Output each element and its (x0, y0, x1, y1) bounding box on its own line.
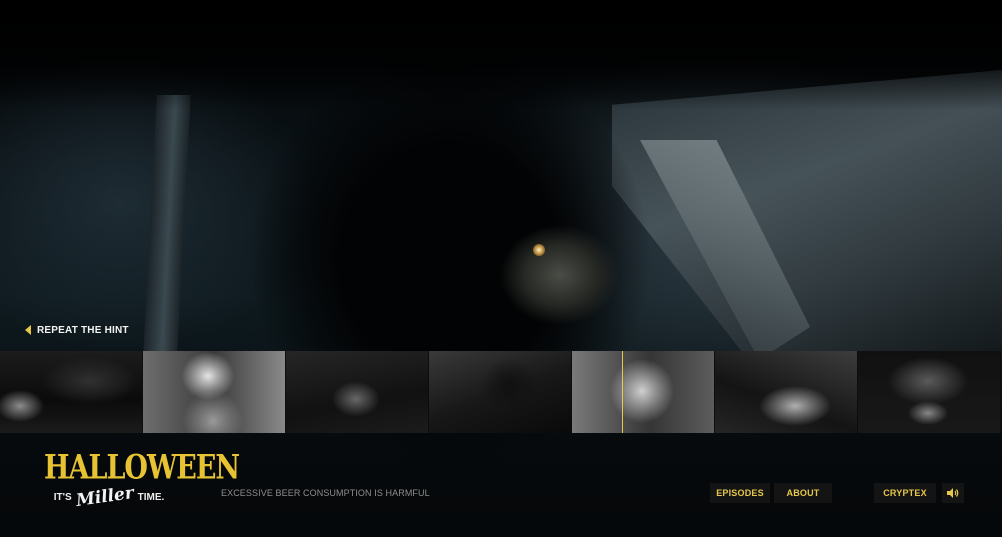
episode-thumbnail-strip (0, 351, 1002, 433)
episode-thumbnail-6[interactable] (715, 351, 858, 433)
logo-tagline: IT'S Miller TIME. (44, 483, 174, 511)
episode-thumbnail-3[interactable] (286, 351, 429, 433)
episode-thumbnail-1[interactable] (0, 351, 143, 433)
repeat-hint-label: REPEAT THE HINT (37, 324, 129, 336)
episode-thumbnail-2[interactable] (143, 351, 286, 433)
tagline-right: TIME. (137, 491, 165, 503)
triangle-left-icon (25, 325, 31, 335)
halloween-miller-logo[interactable]: HALLOWEEN IT'S Miller TIME. (44, 447, 240, 511)
cryptex-button[interactable]: CRYPTEX (874, 483, 936, 503)
episode-thumbnail-4[interactable] (429, 351, 572, 433)
skull-mask (500, 215, 620, 335)
episode-thumbnail-5[interactable] (572, 351, 715, 433)
logo-title: HALLOWEEN (44, 448, 240, 487)
light-glint (533, 244, 545, 256)
speaker-icon (947, 488, 959, 498)
brand-wordmark: Miller (74, 483, 135, 511)
tagline-left: IT'S (53, 491, 72, 503)
disclaimer-text: EXCESSIVE BEER CONSUMPTION IS HARMFUL (221, 488, 430, 498)
episode-thumbnail-7[interactable] (858, 351, 1001, 433)
repeat-hint-button[interactable]: REPEAT THE HINT (25, 323, 129, 337)
episodes-button[interactable]: EPISODES (710, 483, 770, 503)
sound-toggle-button[interactable] (942, 483, 964, 503)
progress-marker (622, 351, 623, 433)
about-button[interactable]: ABOUT (774, 483, 832, 503)
